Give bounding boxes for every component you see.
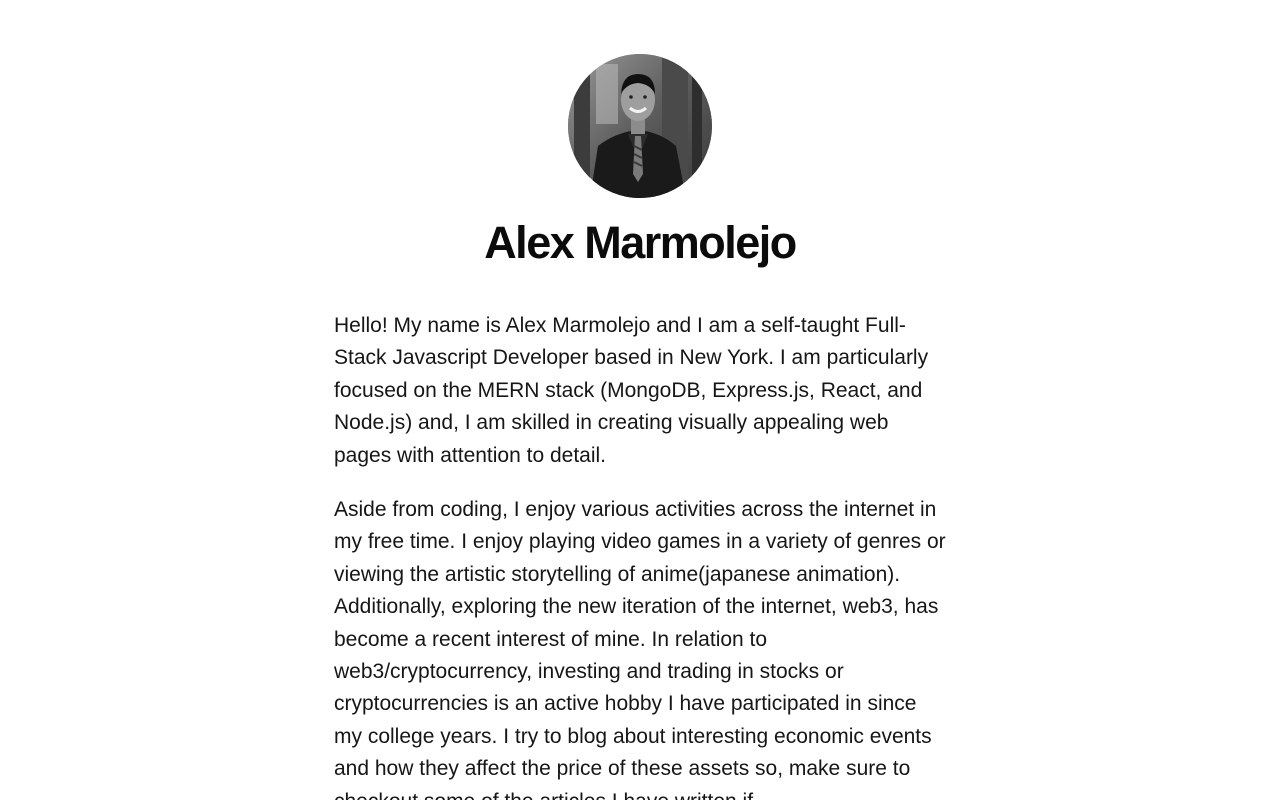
bio-paragraph-intro: Hello! My name is Alex Marmolejo and I a…	[334, 314, 929, 467]
bio-paragraph-hobbies: Aside from coding, I enjoy various activ…	[334, 498, 946, 800]
bio-section: Hello! My name is Alex Marmolejo and I a…	[334, 310, 950, 800]
avatar-icon	[568, 54, 712, 198]
profile-name: Alex Marmolejo	[484, 217, 797, 268]
profile-photo	[568, 54, 712, 198]
about-page: Alex Marmolejo Hello! My name is Alex Ma…	[0, 0, 1280, 800]
